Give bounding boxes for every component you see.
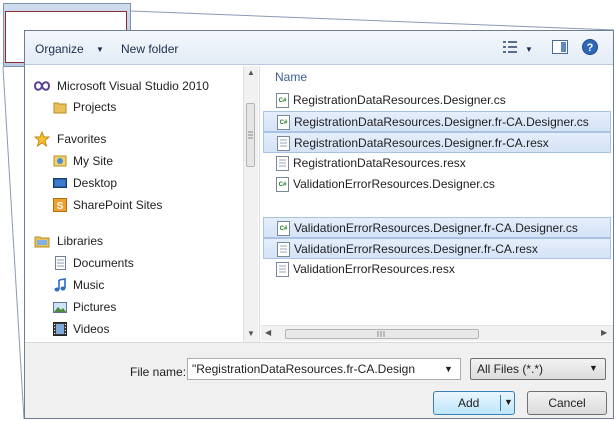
csharp-file-icon: C# bbox=[276, 177, 289, 192]
pane-splitter[interactable] bbox=[259, 66, 260, 342]
file-row[interactable]: RegistrationDataResources.Designer.fr-CA… bbox=[263, 132, 611, 153]
visual-studio-icon bbox=[34, 79, 50, 93]
new-folder-button[interactable]: New folder bbox=[121, 42, 178, 56]
cancel-button[interactable]: Cancel bbox=[527, 391, 607, 415]
nav-item-label: Projects bbox=[73, 100, 117, 114]
nav-item-visual-studio[interactable]: Microsoft Visual Studio 2010 bbox=[25, 75, 243, 97]
nav-item-label: Pictures bbox=[73, 300, 117, 314]
nav-item-label: Documents bbox=[73, 256, 134, 270]
videos-icon bbox=[53, 322, 67, 336]
my-site-icon bbox=[53, 154, 67, 168]
command-bar: Organize ▼ New folder ▼ ? bbox=[25, 31, 613, 65]
file-list: Name C# RegistrationDataResources.Design… bbox=[261, 66, 613, 320]
organize-button[interactable]: Organize bbox=[35, 42, 84, 56]
file-row[interactable]: C# ValidationErrorResources.Designer.fr-… bbox=[263, 217, 611, 238]
svg-text:C#: C# bbox=[280, 226, 288, 232]
file-row[interactable]: ValidationErrorResources.Designer.fr-CA.… bbox=[263, 238, 611, 259]
file-name: ValidationErrorResources.Designer.cs bbox=[293, 177, 495, 191]
nav-item-music[interactable]: Music bbox=[25, 274, 243, 296]
folder-icon bbox=[53, 100, 67, 114]
scroll-right-icon[interactable]: ▶ bbox=[601, 328, 607, 337]
preview-pane-icon[interactable] bbox=[552, 40, 568, 54]
nav-item-label: SharePoint Sites bbox=[73, 198, 163, 212]
file-name: RegistrationDataResources.resx bbox=[293, 156, 466, 170]
nav-item-label: Favorites bbox=[57, 132, 107, 146]
add-split-divider bbox=[500, 395, 501, 411]
scroll-up-icon[interactable]: ▲ bbox=[247, 68, 255, 77]
csharp-file-icon: C# bbox=[277, 115, 290, 130]
column-header-name[interactable]: Name bbox=[275, 70, 307, 84]
nav-item-videos[interactable]: Videos bbox=[25, 318, 243, 340]
star-icon bbox=[34, 131, 50, 147]
add-button-label: Add bbox=[458, 396, 480, 410]
filter-chevron-down-icon: ▼ bbox=[589, 363, 598, 373]
svg-text:S: S bbox=[57, 201, 64, 212]
add-button[interactable]: Add ▼ bbox=[433, 391, 515, 415]
music-icon bbox=[53, 278, 67, 292]
nav-item-projects[interactable]: Projects bbox=[25, 96, 243, 118]
add-existing-item-dialog: Organize ▼ New folder ▼ ? Microsoft Visu… bbox=[24, 30, 614, 419]
nav-item-pictures[interactable]: Pictures bbox=[25, 296, 243, 318]
file-name: ValidationErrorResources.Designer.fr-CA.… bbox=[294, 221, 578, 235]
nav-item-label: My Site bbox=[73, 154, 114, 168]
nav-item-label: Music bbox=[73, 278, 105, 292]
navigation-pane: Microsoft Visual Studio 2010 Projects Fa… bbox=[25, 66, 261, 342]
csharp-file-icon: C# bbox=[277, 221, 290, 236]
libraries-icon bbox=[34, 234, 50, 248]
svg-text:?: ? bbox=[587, 42, 594, 54]
svg-text:C#: C# bbox=[279, 98, 287, 104]
horizontal-scrollbar-thumb[interactable] bbox=[285, 329, 479, 339]
pictures-icon bbox=[53, 300, 67, 314]
nav-item-label: Videos bbox=[73, 322, 110, 336]
scroll-down-icon[interactable]: ▼ bbox=[247, 329, 255, 338]
svg-text:C#: C# bbox=[280, 120, 288, 126]
file-type-filter-select[interactable]: All Files (*.*) ▼ bbox=[470, 358, 606, 380]
file-name-label: File name: bbox=[130, 365, 187, 379]
nav-scrollbar-thumb[interactable] bbox=[246, 103, 255, 167]
svg-text:C#: C# bbox=[279, 182, 287, 188]
desktop-icon bbox=[53, 176, 67, 190]
nav-item-label: Desktop bbox=[73, 176, 118, 190]
file-row[interactable]: RegistrationDataResources.resx bbox=[263, 153, 611, 174]
nav-item-documents[interactable]: Documents bbox=[25, 252, 243, 274]
sharepoint-icon: S bbox=[53, 198, 67, 212]
csharp-file-icon: C# bbox=[276, 93, 289, 108]
scroll-left-icon[interactable]: ◀ bbox=[265, 328, 271, 337]
organize-chevron-down-icon[interactable]: ▼ bbox=[96, 45, 104, 54]
file-row[interactable]: ValidationErrorResources.resx bbox=[263, 259, 611, 280]
resx-file-icon bbox=[277, 242, 290, 257]
help-icon[interactable]: ? bbox=[582, 39, 598, 55]
file-name-dropdown-icon[interactable]: ▼ bbox=[437, 359, 460, 379]
dialog-footer: File name: ▼ All Files (*.*) ▼ Add ▼ Can… bbox=[25, 342, 613, 418]
nav-item-libraries[interactable]: Libraries bbox=[25, 230, 243, 252]
file-name: RegistrationDataResources.Designer.cs bbox=[293, 93, 506, 107]
nav-item-desktop[interactable]: Desktop bbox=[25, 172, 243, 194]
file-row[interactable]: C# ValidationErrorResources.Designer.cs bbox=[263, 174, 611, 195]
file-row[interactable]: C# RegistrationDataResources.Designer.fr… bbox=[263, 111, 611, 132]
nav-item-favorites[interactable]: Favorites bbox=[25, 128, 243, 150]
file-name: ValidationErrorResources.Designer.fr-CA.… bbox=[294, 242, 538, 256]
file-type-filter-value: All Files (*.*) bbox=[477, 362, 544, 376]
add-split-chevron-down-icon[interactable]: ▼ bbox=[504, 397, 513, 407]
nav-item-sharepoint-sites[interactable]: S SharePoint Sites bbox=[25, 194, 243, 216]
file-name: ValidationErrorResources.resx bbox=[293, 262, 455, 276]
documents-icon bbox=[53, 256, 67, 270]
views-chevron-down-icon[interactable]: ▼ bbox=[525, 45, 533, 54]
nav-item-label: Microsoft Visual Studio 2010 bbox=[57, 79, 209, 93]
nav-item-label: Libraries bbox=[57, 234, 104, 248]
file-name: RegistrationDataResources.Designer.fr-CA… bbox=[294, 115, 589, 129]
nav-item-my-site[interactable]: My Site bbox=[25, 150, 243, 172]
file-name: RegistrationDataResources.Designer.fr-CA… bbox=[294, 136, 549, 150]
resx-file-icon bbox=[277, 136, 290, 151]
resx-file-icon bbox=[276, 156, 289, 171]
file-row[interactable]: C# RegistrationDataResources.Designer.cs bbox=[263, 90, 611, 111]
views-icon[interactable] bbox=[503, 41, 517, 53]
resx-file-icon bbox=[276, 262, 289, 277]
file-name-input[interactable] bbox=[187, 358, 461, 380]
